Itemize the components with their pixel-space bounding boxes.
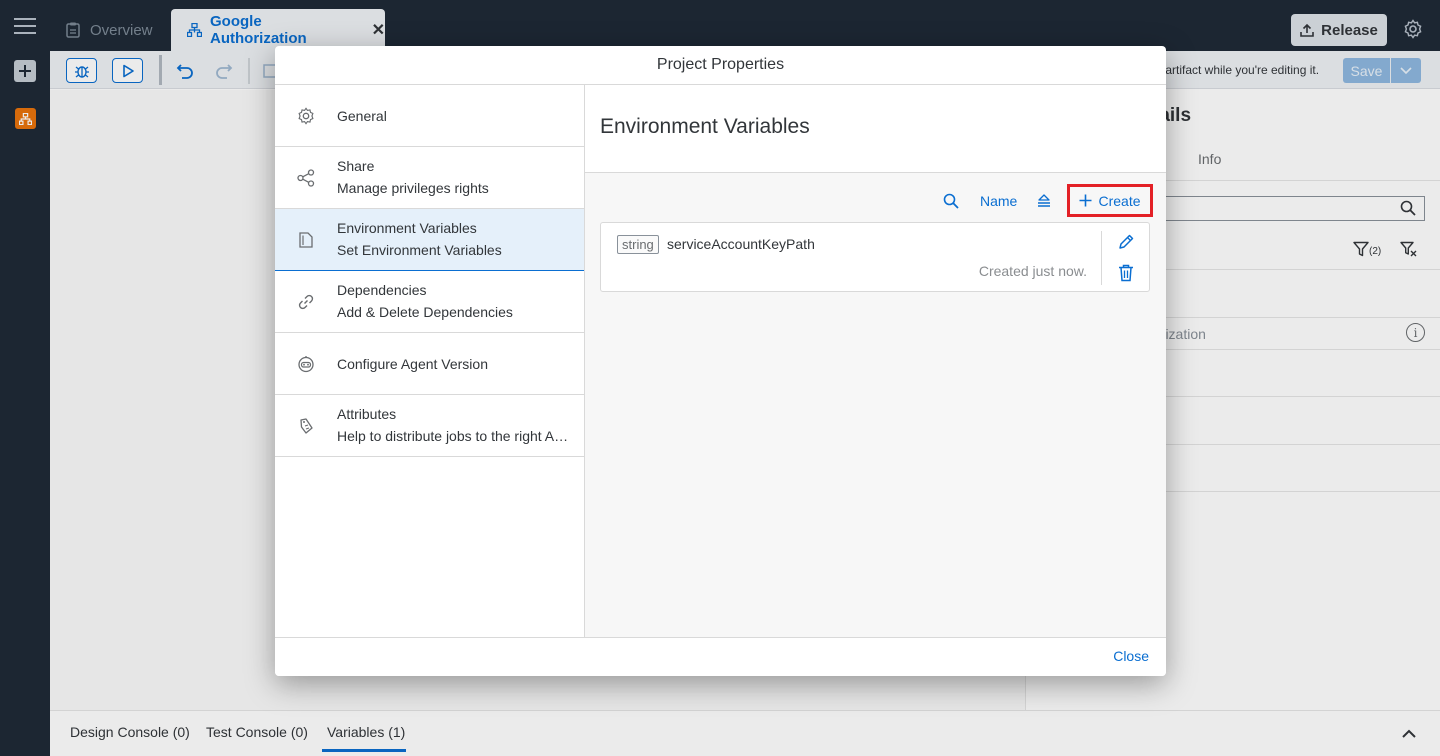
plus-icon <box>1079 194 1092 207</box>
nav-item-title: Share <box>337 158 375 174</box>
nav-item-subtitle: Help to distribute jobs to the right Age… <box>337 428 572 444</box>
sort-by-name-button[interactable]: Name <box>980 193 1017 209</box>
nav-item-title: Configure Agent Version <box>337 356 488 372</box>
variable-type-badge: string <box>617 235 659 254</box>
tag-icon <box>297 417 315 435</box>
nav-item-attributes[interactable]: Attributes Help to distribute jobs to th… <box>275 395 584 457</box>
create-label: Create <box>1098 192 1141 209</box>
nav-item-subtitle: Add & Delete Dependencies <box>337 304 513 320</box>
document-icon <box>297 231 315 249</box>
dialog-title: Project Properties <box>656 56 785 73</box>
section-header: Environment Variables <box>585 85 1166 173</box>
nav-item-title: Attributes <box>337 406 397 422</box>
nav-item-environment-variables[interactable]: Environment Variables Set Environment Va… <box>275 209 584 271</box>
create-variable-button[interactable]: Create <box>1067 184 1153 217</box>
search-icon[interactable] <box>943 193 959 209</box>
nav-item-title: General <box>337 108 387 124</box>
project-properties-dialog: Project Properties General Share Manage … <box>275 46 1166 676</box>
gear-icon <box>297 107 315 125</box>
nav-item-dependencies[interactable]: Dependencies Add & Delete Dependencies <box>275 271 584 333</box>
dialog-header: Project Properties <box>275 46 1166 85</box>
nav-item-subtitle: Set Environment Variables <box>337 242 502 258</box>
variable-name: serviceAccountKeyPath <box>667 236 815 252</box>
environment-variables-pane: Environment Variables Name Create string… <box>585 85 1166 637</box>
variable-card: string serviceAccountKeyPath Created jus… <box>600 222 1150 292</box>
share-icon <box>297 169 315 187</box>
sort-ascending-icon[interactable] <box>1036 193 1052 209</box>
variable-status: Created just now. <box>978 263 1087 279</box>
robot-icon <box>297 355 315 373</box>
nav-item-share[interactable]: Share Manage privileges rights <box>275 147 584 209</box>
delete-icon[interactable] <box>1118 264 1134 282</box>
dialog-footer: Close <box>275 637 1166 676</box>
properties-nav: General Share Manage privileges rights E… <box>275 85 585 637</box>
nav-item-title: Environment Variables <box>337 220 477 236</box>
nav-item-configure-agent-version[interactable]: Configure Agent Version <box>275 333 584 395</box>
edit-icon[interactable] <box>1118 234 1134 250</box>
divider <box>1101 231 1102 285</box>
nav-item-subtitle: Manage privileges rights <box>337 180 489 196</box>
nav-item-title: Dependencies <box>337 282 427 298</box>
close-button[interactable]: Close <box>1113 648 1149 664</box>
link-icon <box>297 293 315 311</box>
section-title: Environment Variables <box>600 115 810 138</box>
nav-item-general[interactable]: General <box>275 85 584 147</box>
